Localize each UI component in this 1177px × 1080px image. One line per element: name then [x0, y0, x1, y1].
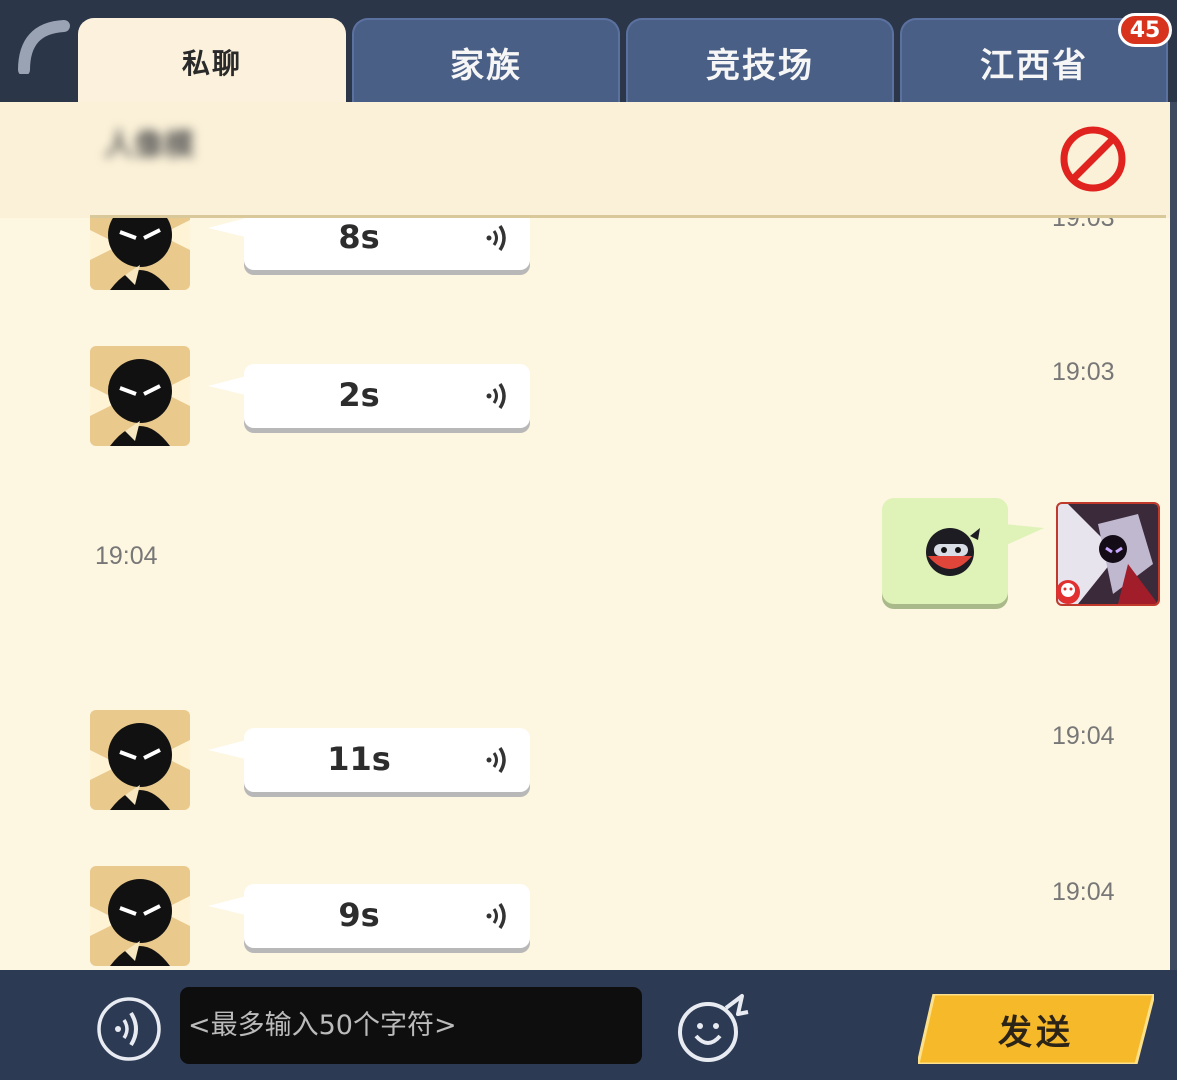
ninja-emoji-icon: [922, 522, 982, 578]
back-arrow-icon[interactable]: [14, 18, 70, 76]
tab-private-chat[interactable]: 私聊: [78, 18, 346, 104]
message-input[interactable]: <最多输入50个字符>: [180, 987, 642, 1064]
scrollbar[interactable]: [1170, 102, 1177, 970]
avatar[interactable]: [90, 710, 190, 810]
emoji-message-bubble[interactable]: [882, 498, 1008, 604]
voice-message-bubble[interactable]: 9s: [244, 884, 530, 948]
bubble-tail: [1004, 520, 1044, 550]
voice-input-icon[interactable]: [96, 996, 162, 1062]
voice-play-icon: [484, 900, 512, 932]
voice-play-icon: [484, 380, 512, 412]
top-bar: 私聊 家族 竞技场 江西省 45: [0, 0, 1177, 104]
vip-badge-icon: [1054, 576, 1082, 606]
unread-badge: 45: [1118, 13, 1172, 47]
input-bar: <最多输入50个字符> 发送: [0, 970, 1177, 1080]
voice-message-bubble[interactable]: 2s: [244, 364, 530, 428]
tab-arena[interactable]: 竞技场: [626, 18, 894, 104]
message-time: 19:04: [95, 542, 158, 570]
tab-family[interactable]: 家族: [352, 18, 620, 104]
header-divider: [90, 215, 1166, 218]
contact-name: 人像模: [104, 128, 194, 163]
voice-message-bubble[interactable]: 11s: [244, 728, 530, 792]
send-button[interactable]: 发送: [918, 994, 1154, 1064]
emoji-picker-icon[interactable]: [676, 992, 750, 1064]
tab-label: 江西省: [980, 45, 1088, 86]
chat-panel[interactable]: 人像模 8s 19:03 2s 19:03 19:04 11s 19:04 9s…: [0, 102, 1170, 970]
block-icon[interactable]: [1058, 124, 1128, 194]
voice-duration: 8s: [338, 218, 380, 256]
voice-duration: 2s: [338, 376, 380, 414]
voice-duration: 11s: [327, 740, 391, 778]
conversation-header: 人像模: [0, 102, 1170, 218]
avatar[interactable]: [90, 866, 190, 966]
send-label: 发送: [998, 1012, 1074, 1053]
tab-label: 家族: [450, 45, 522, 86]
voice-play-icon: [484, 222, 512, 254]
avatar[interactable]: [90, 346, 190, 446]
tab-label: 私聊: [181, 47, 242, 80]
voice-duration: 9s: [338, 896, 380, 934]
message-time: 19:04: [1052, 722, 1115, 750]
voice-play-icon: [484, 744, 512, 776]
message-time: 19:04: [1052, 878, 1115, 906]
tab-label: 竞技场: [706, 45, 814, 86]
message-time: 19:03: [1052, 358, 1115, 386]
